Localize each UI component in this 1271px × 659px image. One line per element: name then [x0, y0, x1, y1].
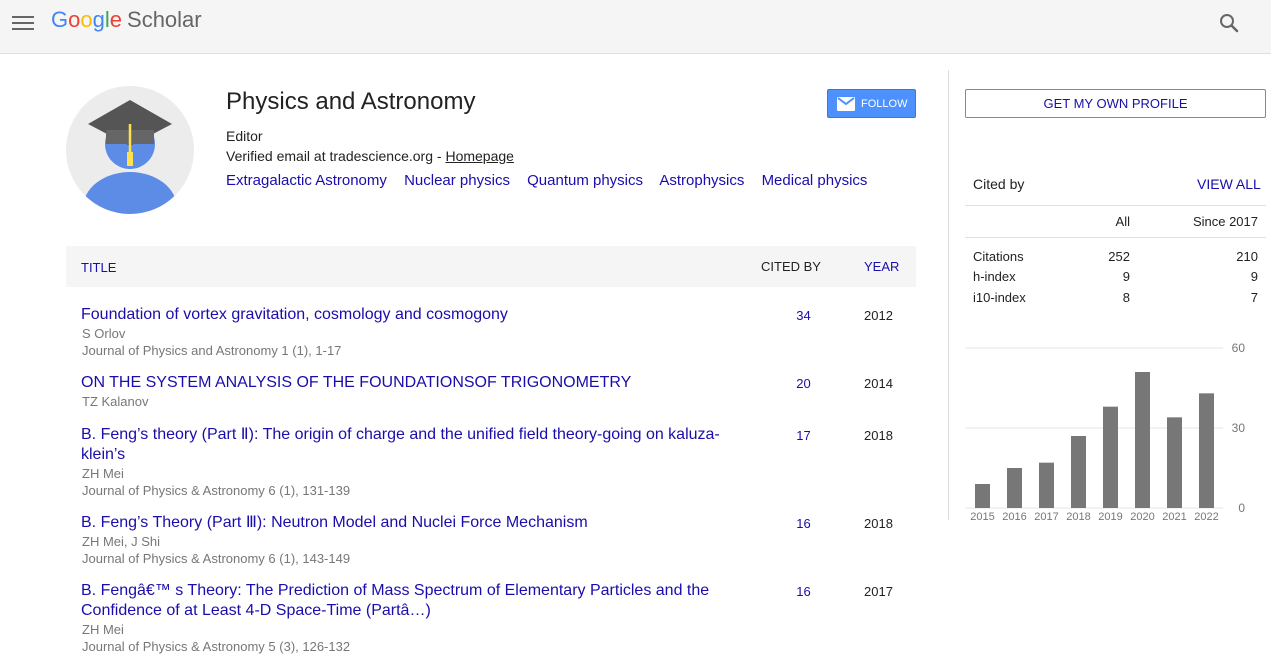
- sort-by-title[interactable]: TITLE: [81, 260, 116, 275]
- article-authors: TZ Kalanov: [82, 394, 149, 409]
- table-row: B. Feng’s theory (Part Ⅱ): The origin of…: [66, 418, 916, 506]
- citation-bar[interactable]: [975, 484, 990, 508]
- citation-bar[interactable]: [1167, 417, 1182, 508]
- article-venue: Journal of Physics & Astronomy 6 (1), 13…: [82, 483, 351, 498]
- x-tick-label: 2020: [1130, 511, 1154, 523]
- cited-by-header[interactable]: CITED BY: [761, 259, 821, 274]
- top-app-bar: Google Scholar: [0, 0, 1271, 54]
- logo-letter: o: [80, 7, 93, 32]
- cited-count[interactable]: 16: [786, 584, 821, 599]
- profile-name: Physics and Astronomy: [226, 88, 476, 115]
- interest-link[interactable]: Astrophysics: [659, 172, 744, 189]
- table-row: B. Fengâ€™ s Theory: The Prediction of M…: [66, 574, 916, 659]
- table-header: TITLE CITED BY YEAR: [66, 246, 916, 287]
- x-tick-label: 2021: [1162, 511, 1186, 523]
- logo-letter: o: [68, 7, 81, 32]
- table-row: Foundation of vortex gravitation, cosmol…: [66, 298, 916, 366]
- cited-count[interactable]: 16: [786, 516, 821, 531]
- article-year: 2012: [864, 308, 893, 323]
- stat-label: h-index: [973, 269, 1016, 284]
- article-title[interactable]: Foundation of vortex gravitation, cosmol…: [81, 305, 736, 325]
- citation-bar[interactable]: [1071, 436, 1086, 508]
- col-all-header: All: [1115, 214, 1130, 229]
- menu-icon[interactable]: [12, 13, 34, 31]
- profile-email: Verified email at tradescience.org - Hom…: [226, 148, 514, 164]
- interest-link[interactable]: Extragalactic Astronomy: [226, 172, 387, 189]
- stat-since: 9: [1250, 269, 1258, 284]
- citation-bar[interactable]: [1103, 406, 1118, 508]
- follow-label: FOLLOW: [861, 97, 908, 110]
- view-all-link[interactable]: VIEW ALL: [1197, 176, 1261, 192]
- stat-row-i10-index: i10-index 8 7: [973, 290, 1263, 308]
- x-tick-label: 2019: [1098, 511, 1122, 523]
- article-authors: ZH Mei: [82, 622, 124, 637]
- article-authors: S Orlov: [82, 326, 126, 341]
- article-authors: ZH Mei, J Shi: [82, 534, 161, 549]
- stat-since: 210: [1236, 249, 1258, 264]
- cited-count[interactable]: 34: [786, 308, 821, 323]
- article-year: 2018: [864, 516, 893, 531]
- logo-letter: g: [92, 7, 105, 32]
- stat-row-citations: Citations 252 210: [973, 249, 1263, 267]
- article-title[interactable]: ON THE SYSTEM ANALYSIS OF THE FOUNDATION…: [81, 373, 736, 393]
- citations-bar-chart: 0 30 60 2015 2016 2017 2018 2019 2020 2021 2022: [965, 341, 1246, 523]
- x-tick-label: 2017: [1034, 511, 1058, 523]
- follow-button[interactable]: FOLLOW: [827, 89, 916, 118]
- stat-label: i10-index: [973, 290, 1026, 305]
- article-title[interactable]: B. Feng’s theory (Part Ⅱ): The origin of…: [81, 425, 736, 465]
- homepage-link[interactable]: Homepage: [445, 148, 514, 164]
- cited-count[interactable]: 17: [786, 428, 821, 443]
- stat-label: Citations: [973, 249, 1024, 264]
- research-interests: Extragalactic Astronomy Nuclear physics …: [226, 172, 880, 189]
- cited-by-title: Cited by: [973, 176, 1025, 192]
- profile-affiliation: Editor: [226, 128, 263, 144]
- column-divider: [948, 70, 949, 520]
- x-tick-label: 2018: [1066, 511, 1090, 523]
- avatar: [66, 86, 194, 214]
- logo-letter: G: [51, 7, 69, 32]
- article-year: 2014: [864, 376, 893, 391]
- col-since-header: Since 2017: [1192, 214, 1258, 229]
- citation-bar[interactable]: [1007, 468, 1022, 508]
- stat-all: 8: [1122, 290, 1130, 305]
- table-row: ON THE SYSTEM ANALYSIS OF THE FOUNDATION…: [66, 366, 916, 418]
- table-row: B. Feng’s Theory (Part Ⅲ): Neutron Model…: [66, 506, 916, 574]
- stat-all: 252: [1108, 249, 1130, 264]
- article-year: 2017: [864, 584, 893, 599]
- divider: [965, 237, 1266, 238]
- stat-row-h-index: h-index 9 9: [973, 269, 1263, 287]
- logo-letter: e: [109, 7, 123, 32]
- google-scholar-logo[interactable]: Google Scholar: [51, 7, 202, 33]
- citation-bar[interactable]: [1199, 393, 1214, 508]
- y-tick-label: 0: [1238, 501, 1245, 515]
- get-my-own-profile-button[interactable]: GET MY OWN PROFILE: [965, 89, 1266, 118]
- interest-link[interactable]: Quantum physics: [527, 172, 643, 189]
- x-tick-label: 2016: [1002, 511, 1026, 523]
- search-icon[interactable]: [1218, 12, 1240, 34]
- article-authors: ZH Mei: [82, 466, 124, 481]
- x-tick-label: 2022: [1194, 511, 1218, 523]
- article-venue: Journal of Physics and Astronomy 1 (1), …: [82, 343, 342, 358]
- email-text: Verified email at tradescience.org -: [226, 148, 446, 164]
- divider: [965, 205, 1266, 206]
- citation-bar[interactable]: [1039, 462, 1054, 508]
- interest-link[interactable]: Nuclear physics: [404, 172, 510, 189]
- y-tick-label: 30: [1232, 421, 1246, 435]
- y-tick-label: 60: [1232, 341, 1246, 355]
- article-year: 2018: [864, 428, 893, 443]
- articles-table: Foundation of vortex gravitation, cosmol…: [66, 298, 916, 659]
- article-title[interactable]: B. Feng’s Theory (Part Ⅲ): Neutron Model…: [81, 513, 736, 533]
- stat-since: 7: [1250, 290, 1258, 305]
- cited-count[interactable]: 20: [786, 376, 821, 391]
- sort-by-year[interactable]: YEAR: [864, 259, 899, 274]
- article-venue: Journal of Physics & Astronomy 6 (1), 14…: [82, 551, 351, 566]
- article-venue: Journal of Physics & Astronomy 5 (3), 12…: [82, 639, 351, 654]
- article-title[interactable]: B. Fengâ€™ s Theory: The Prediction of M…: [81, 581, 736, 621]
- citation-bar[interactable]: [1135, 372, 1150, 508]
- interest-link[interactable]: Medical physics: [762, 172, 868, 189]
- stat-all: 9: [1122, 269, 1130, 284]
- x-tick-label: 2015: [970, 511, 994, 523]
- mail-icon: [837, 96, 855, 111]
- logo-suffix: Scholar: [127, 7, 202, 32]
